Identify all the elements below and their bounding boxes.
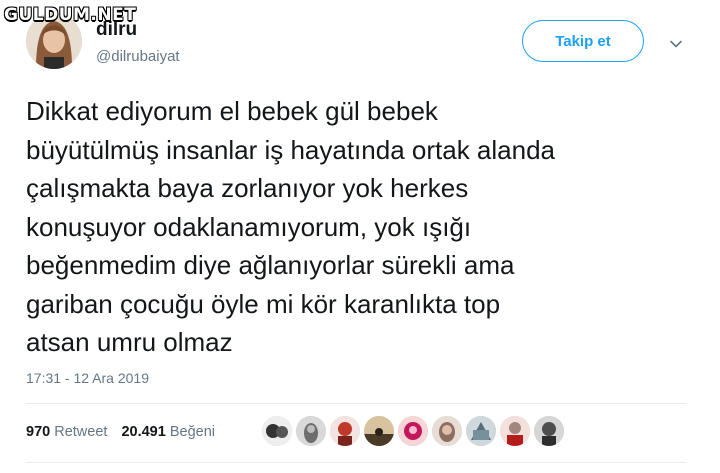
tweet-timestamp[interactable]: 17:31 - 12 Ara 2019 (26, 370, 149, 386)
tweet-text: Dikkat ediyorum el bebek gül bebek büyüt… (26, 96, 555, 357)
liker-avatar[interactable] (262, 416, 292, 446)
tweet-stats: 970 Retweet 20.491 Beğeni (26, 424, 215, 440)
liker-avatar[interactable] (500, 416, 530, 446)
retweet-label: Retweet (54, 424, 108, 440)
liker-avatars (262, 416, 564, 446)
divider (26, 403, 686, 404)
follow-button[interactable]: Takip et (522, 20, 644, 62)
liker-avatar[interactable] (432, 416, 462, 446)
liker-avatar[interactable] (466, 416, 496, 446)
liker-avatar[interactable] (534, 416, 564, 446)
retweet-stat[interactable]: 970 Retweet (26, 424, 107, 440)
retweet-count: 970 (26, 424, 51, 440)
user-handle[interactable]: @dilrubaiyat (96, 48, 180, 65)
like-count: 20.491 (121, 424, 166, 440)
liker-avatar[interactable] (398, 416, 428, 446)
like-label: Beğeni (169, 424, 215, 440)
watermark: GULDUM.NET (4, 5, 137, 25)
liker-avatar[interactable] (296, 416, 326, 446)
liker-avatar[interactable] (364, 416, 394, 446)
like-stat[interactable]: 20.491 Beğeni (121, 424, 215, 440)
liker-avatar[interactable] (330, 416, 360, 446)
divider (26, 462, 686, 463)
chevron-down-icon[interactable] (668, 36, 684, 52)
